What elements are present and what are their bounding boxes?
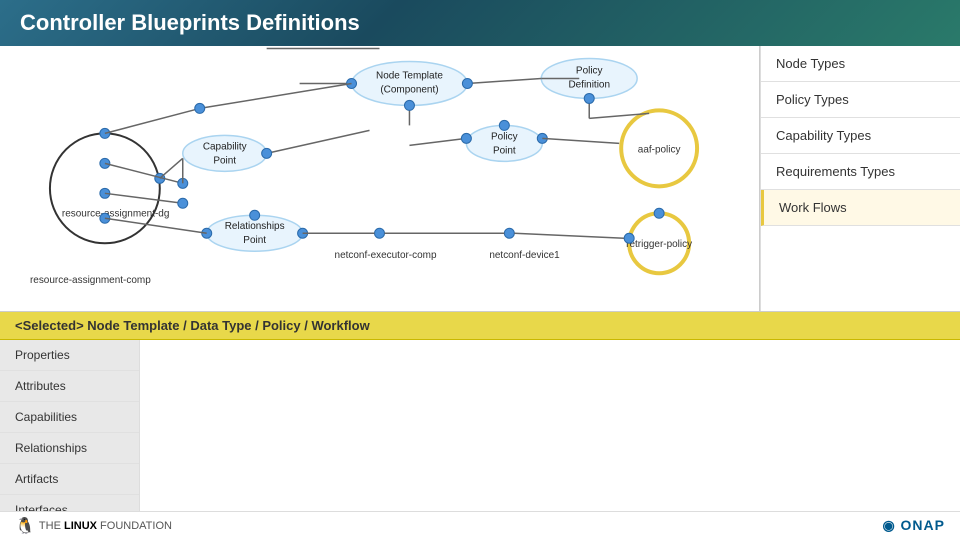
footer-linux: LINUX (64, 520, 97, 532)
rp-dot3 (250, 210, 260, 220)
node-template-sublabel: (Component) (380, 84, 438, 95)
nt-dot3 (404, 100, 414, 110)
relationships-point-label: Relationships (225, 221, 285, 232)
page-header: Controller Blueprints Definitions (0, 0, 960, 46)
netconf-executor-dot (375, 228, 385, 238)
linux-foundation-logo: 🐧 THE LINUX FOUNDATION (15, 516, 172, 536)
policy-point-sublabel: Point (493, 145, 516, 156)
footer: 🐧 THE LINUX FOUNDATION ◉ ONAP (0, 511, 960, 540)
onap-text: ◉ ONAP (882, 517, 945, 533)
diagram-area: Node Template (Component) Policy Definit… (0, 46, 760, 311)
pp-dot3 (499, 120, 509, 130)
rt-dot1 (624, 233, 634, 243)
main-content: Node Template (Component) Policy Definit… (0, 46, 960, 311)
netconf-executor-label: netconf-executor-comp (335, 250, 437, 261)
page-title: Controller Blueprints Definitions (20, 10, 360, 36)
right-panel: Node Types Policy Types Capability Types… (760, 46, 960, 311)
cap-dot1 (262, 148, 272, 158)
page-wrapper: Controller Blueprints Definitions Node T… (0, 0, 960, 540)
capability-point-sublabel: Point (213, 155, 236, 166)
policy-definition-sublabel: Definition (568, 79, 610, 90)
lc-dot1 (195, 103, 205, 113)
rt-dot2 (654, 208, 664, 218)
selected-bar: <Selected> Node Template / Data Type / P… (0, 312, 960, 340)
aaf-policy-label: aaf-policy (638, 144, 681, 155)
right-panel-requirements-types[interactable]: Requirements Types (761, 154, 960, 190)
nt-dot2 (462, 78, 472, 88)
tux-icon: 🐧 (15, 516, 35, 536)
content-panel (140, 340, 960, 526)
left-nav: Properties Attributes Capabilities Relat… (0, 340, 140, 526)
relationships-point-sublabel: Point (243, 235, 266, 246)
footer-foundation: FOUNDATION (100, 520, 172, 532)
policy-point-label: Policy (491, 131, 518, 142)
capability-point-label: Capability (203, 141, 247, 152)
netconf-device1-dot (504, 228, 514, 238)
right-panel-capability-types[interactable]: Capability Types (761, 118, 960, 154)
pp-dot1 (461, 133, 471, 143)
resource-assignment-dg-label: resource-assignment-dg (62, 208, 170, 219)
right-panel-work-flows[interactable]: Work Flows (761, 190, 960, 226)
pd-dot1 (584, 93, 594, 103)
footer-the: THE (39, 520, 64, 532)
diagram-svg: Node Template (Component) Policy Definit… (0, 46, 759, 311)
lc-dot3 (178, 198, 188, 208)
nav-artifacts[interactable]: Artifacts (0, 464, 139, 495)
nav-attributes[interactable]: Attributes (0, 371, 139, 402)
nav-properties[interactable]: Properties (0, 340, 139, 371)
policy-definition-label: Policy (576, 65, 603, 76)
resource-assignment-comp-label: resource-assignment-comp (30, 275, 151, 286)
bottom-panels: Properties Attributes Capabilities Relat… (0, 340, 960, 526)
bottom-section: <Selected> Node Template / Data Type / P… (0, 311, 960, 511)
right-panel-node-types[interactable]: Node Types (761, 46, 960, 82)
retrigger-policy-label: retrigger-policy (626, 239, 692, 250)
nav-relationships[interactable]: Relationships (0, 433, 139, 464)
onap-logo: ◉ ONAP (882, 517, 945, 534)
right-panel-policy-types[interactable]: Policy Types (761, 82, 960, 118)
node-template-label: Node Template (376, 70, 443, 81)
netconf-device1-label: netconf-device1 (489, 250, 560, 261)
nav-capabilities[interactable]: Capabilities (0, 402, 139, 433)
